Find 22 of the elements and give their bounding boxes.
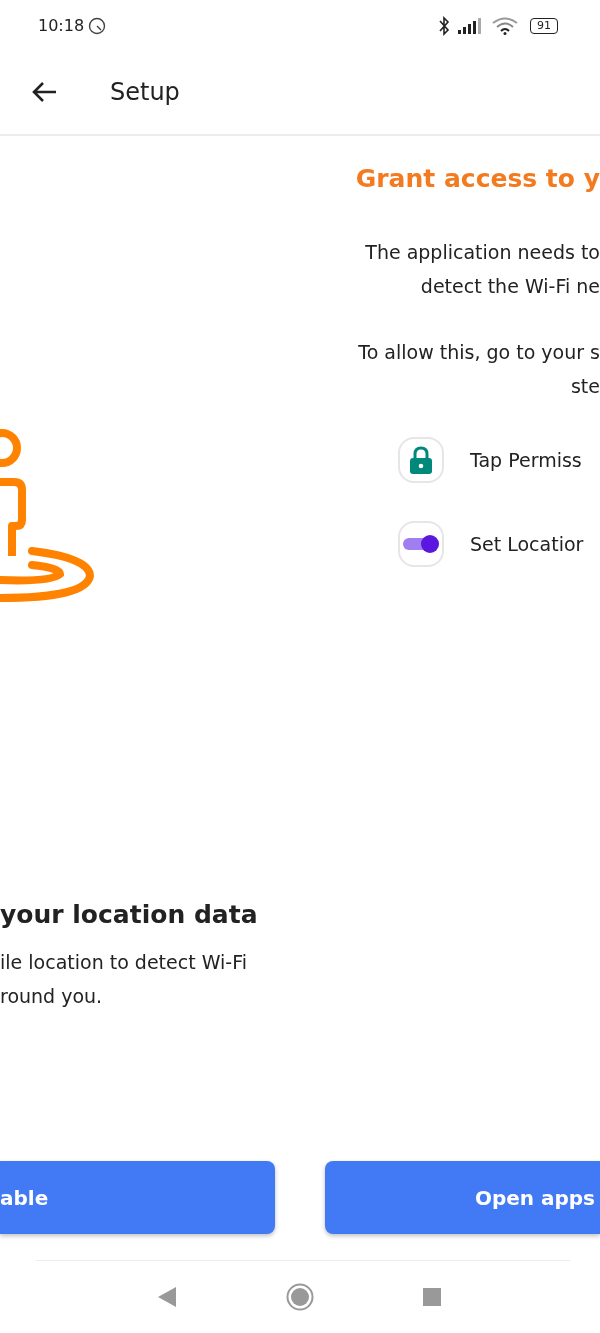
section-heading: Grant access to y <box>355 163 600 193</box>
page-title: Setup <box>110 77 180 106</box>
description-text: ile location to detect Wi-Fi round you. <box>0 949 248 1009</box>
home-icon[interactable] <box>286 1283 314 1312</box>
toggle-icon <box>398 520 444 567</box>
step-text: Tap Permiss <box>470 448 582 471</box>
instruction-text: The application needs to detect the Wi-Fi ne <box>365 239 600 299</box>
battery-indicator: 91 <box>530 18 558 34</box>
lock-icon <box>398 436 444 483</box>
recents-icon[interactable] <box>423 1288 441 1307</box>
wifi-icon <box>492 17 518 35</box>
enable-button[interactable]: able <box>0 1161 275 1235</box>
status-time: 10:18 <box>38 16 85 36</box>
step-text: Set Locatior <box>470 532 584 555</box>
signal-icon <box>458 18 484 34</box>
back-icon[interactable] <box>157 1286 177 1309</box>
bluetooth-icon <box>438 16 450 36</box>
section-heading: your location data <box>0 899 259 929</box>
back-arrow-icon[interactable] <box>31 80 57 103</box>
open-apps-button[interactable]: Open apps <box>325 1161 600 1235</box>
instruction-text: To allow this, go to your s ste <box>358 339 600 399</box>
timer-icon <box>88 17 107 35</box>
